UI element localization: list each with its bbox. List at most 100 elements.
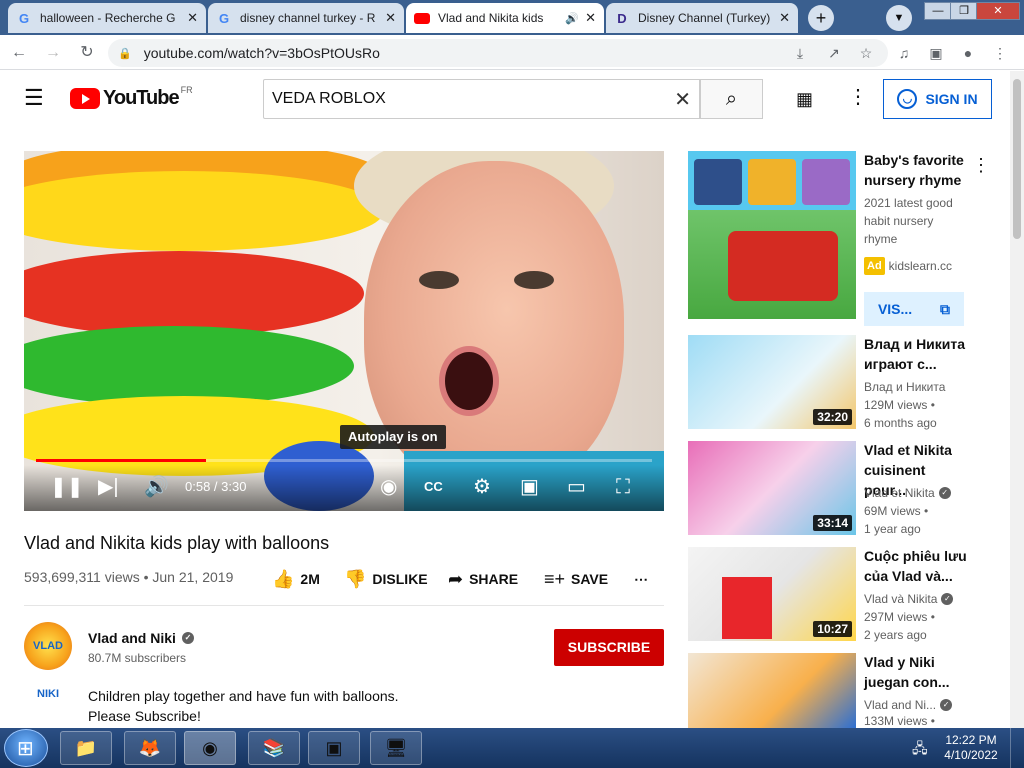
volume-icon[interactable]: 🔊 <box>144 475 169 499</box>
browser-menu-icon[interactable]: ⋮ <box>990 43 1010 63</box>
search-button[interactable]: ⌕ <box>700 79 763 119</box>
dislike-button[interactable]: 👎 DISLIKE <box>344 568 428 590</box>
speaker-icon[interactable]: 🔊 <box>565 12 579 25</box>
captions-icon[interactable]: CC <box>424 475 443 499</box>
progress-bar[interactable] <box>36 459 652 462</box>
chrome-icon[interactable]: ◉ <box>184 731 236 765</box>
related-channel[interactable]: Влад и Никита <box>864 378 945 396</box>
lock-icon[interactable]: 🔒 <box>118 47 132 60</box>
reload-icon[interactable]: ↻ <box>76 42 98 64</box>
video-frame <box>24 151 664 511</box>
subscribe-button[interactable]: SUBSCRIBE <box>554 629 664 666</box>
related-thumbnail[interactable]: 10:27 <box>688 547 856 641</box>
tab-halloween[interactable]: G halloween - Recherche G ✕ <box>8 3 206 33</box>
tab-close-icon[interactable]: ✕ <box>779 10 790 26</box>
related-title[interactable]: Cuộc phiêu lưu của Vlad và... <box>864 546 968 586</box>
related-age: 2 years ago <box>864 628 927 642</box>
scrollbar-thumb[interactable] <box>1013 79 1021 239</box>
tab-search-icon[interactable]: ▼ <box>886 5 912 31</box>
miniplayer-icon[interactable]: ▣ <box>520 475 539 499</box>
url-bar[interactable]: 🔒 youtube.com/watch?v=3bOsPtOUsRo <box>108 39 888 67</box>
ad-title[interactable]: Baby's favorite nursery rhyme <box>864 150 968 190</box>
subscriber-count: 80.7M subscribers <box>88 651 187 665</box>
verified-check-icon: ✓ <box>938 487 951 499</box>
network-icon[interactable]: 🖧 <box>912 738 928 762</box>
tab-close-icon[interactable]: ✕ <box>187 10 198 26</box>
youtube-play-icon <box>70 88 100 109</box>
tab-close-icon[interactable]: ✕ <box>385 10 396 26</box>
video-title: Vlad and Nikita kids play with balloons <box>24 533 330 553</box>
channel-avatar[interactable]: VLAD NIKI <box>24 622 72 700</box>
settings-gear-icon[interactable]: ⚙ <box>473 475 491 499</box>
back-icon[interactable]: ← <box>8 42 30 64</box>
ad-thumbnail[interactable] <box>688 151 856 319</box>
save-button[interactable]: ≡+ SAVE <box>544 568 608 590</box>
related-views: 133M views • <box>864 714 935 728</box>
theater-mode-icon[interactable]: ▭ <box>567 475 586 499</box>
restore-icon[interactable]: ❐ <box>950 2 978 20</box>
minimize-icon[interactable]: — <box>924 2 952 20</box>
file-explorer-icon[interactable]: 📁 <box>60 731 112 765</box>
related-channel[interactable]: Vlad and Ni... ✓ <box>864 696 953 714</box>
firefox-icon[interactable]: 🦊 <box>124 731 176 765</box>
bookmark-star-icon[interactable]: ☆ <box>856 43 876 63</box>
thumbs-up-icon: 👍 <box>272 568 295 589</box>
related-title[interactable]: Влад и Никита играют с... <box>864 334 968 374</box>
ad-source: Ad kidslearn.cc <box>864 257 952 275</box>
windows-taskbar: 📁 🦊 ◉ 📚 ▣ 🖥 🖧 12:22 PM 4/10/2022 <box>0 728 1024 768</box>
install-icon[interactable]: ⤓ <box>790 43 810 63</box>
side-panel-icon[interactable]: ▣ <box>926 43 946 63</box>
share-button[interactable]: ➦ SHARE <box>448 568 518 590</box>
sign-in-button[interactable]: ◡ SIGN IN <box>883 79 992 119</box>
related-channel[interactable]: Vlad et Nikita ✓ <box>864 484 951 502</box>
more-actions-icon[interactable]: ⋯ <box>634 568 648 590</box>
related-thumbnail[interactable]: 32:20 <box>688 335 856 429</box>
start-button[interactable] <box>4 729 48 767</box>
taskbar-clock[interactable]: 12:22 PM 4/10/2022 <box>936 733 1006 763</box>
related-title[interactable]: Vlad y Niki juegan con... <box>864 652 968 692</box>
related-channel[interactable]: Vlad và Nikita ✓ <box>864 590 954 608</box>
ad-menu-icon[interactable]: ⋮ <box>972 155 990 176</box>
youtube-logo[interactable]: YouTube FR <box>70 85 193 110</box>
tab-disney-turkey[interactable]: D Disney Channel (Turkey) ✕ <box>606 3 798 33</box>
tab-youtube-active[interactable]: Vlad and Nikita kids 🔊 ✕ <box>406 3 604 33</box>
pause-icon[interactable]: ❚❚ <box>50 475 84 499</box>
visit-site-button[interactable]: VIS... ⧉ <box>864 292 964 326</box>
disney-icon: D <box>617 10 627 26</box>
video-player[interactable]: Autoplay is on ❚❚ ▶| 🔊 0:58 / 3:30 ◉ CC … <box>24 151 664 511</box>
channel-name[interactable]: Vlad and Niki ✓ <box>88 630 194 646</box>
control-panel-icon[interactable]: 🖥 <box>370 731 422 765</box>
winrar-icon[interactable]: 📚 <box>248 731 300 765</box>
fullscreen-icon[interactable]: ⛶ <box>616 475 630 499</box>
settings-more-icon[interactable]: ⋮ <box>848 87 868 107</box>
verified-check-icon: ✓ <box>940 699 953 711</box>
forward-icon[interactable]: → <box>42 42 64 64</box>
autoplay-toggle-icon[interactable]: ◉ <box>380 475 397 499</box>
share-page-icon[interactable]: ↗ <box>824 43 844 63</box>
like-button[interactable]: 👍 2M <box>272 568 320 590</box>
google-g-icon: G <box>18 10 30 26</box>
next-icon[interactable]: ▶| <box>98 475 119 499</box>
search-icon: ⌕ <box>725 88 738 110</box>
media-control-icon[interactable]: ♫ <box>894 43 914 63</box>
tab-disney-search[interactable]: G disney channel turkey - R ✕ <box>208 3 404 33</box>
apps-grid-icon[interactable]: ▦ <box>796 89 816 109</box>
show-desktop-button[interactable] <box>1010 728 1024 768</box>
verified-check-icon: ✓ <box>941 593 954 605</box>
window-close-icon[interactable]: ✕ <box>976 2 1020 20</box>
clear-search-icon[interactable]: ✕ <box>674 87 691 112</box>
youtube-header: ☰ YouTube FR VEDA ROBLOX ✕ ⌕ ▦ ⋮ ◡ SIGN … <box>0 71 1010 127</box>
related-thumbnail[interactable] <box>688 653 856 728</box>
search-input[interactable]: VEDA ROBLOX ✕ <box>263 79 700 119</box>
related-thumbnail[interactable]: 33:14 <box>688 441 856 535</box>
account-icon: ◡ <box>897 89 918 109</box>
video-duration: 10:27 <box>813 621 852 637</box>
virtualbox-icon[interactable]: ▣ <box>308 731 360 765</box>
new-tab-icon[interactable]: + <box>808 5 834 31</box>
hamburger-menu-icon[interactable]: ☰ <box>24 87 48 110</box>
video-views-date: 593,699,311 views • Jun 21, 2019 <box>24 569 234 585</box>
page-scrollbar[interactable] <box>1010 71 1024 729</box>
profile-icon[interactable]: ● <box>958 43 978 63</box>
tab-close-icon[interactable]: ✕ <box>585 10 596 26</box>
google-g-icon: G <box>218 10 230 26</box>
